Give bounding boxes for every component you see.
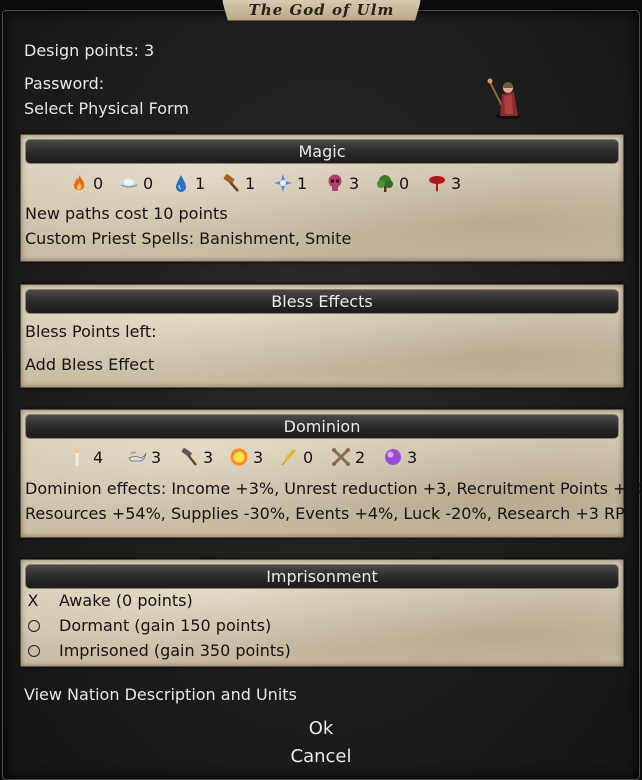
option-dormant[interactable]: Dormant (gain 150 points) [59,616,271,635]
magic-path-earth[interactable]: 1 [221,172,255,194]
option-imprisoned[interactable]: Imprisoned (gain 350 points) [59,641,291,660]
magic-path-value: 0 [93,173,104,193]
imprisonment-header: Imprisonment [25,564,619,589]
dormant-radio[interactable] [28,620,40,632]
add-bless-effect-button[interactable]: Add Bless Effect [25,355,154,374]
magic-path-death[interactable]: 3 [325,172,359,194]
dominion-header: Dominion [25,414,619,439]
sloth-lamp-icon [127,447,147,467]
design-points-label: Design points: 3 [24,41,155,60]
view-nation-button[interactable]: View Nation Description and Units [24,685,297,704]
growth-wheat-icon [279,447,299,467]
magic-path-fire[interactable]: 0 [69,172,103,194]
scale-growth[interactable]: 0 [279,446,313,468]
option-awake[interactable]: Awake (0 points) [59,591,193,610]
fire-icon [69,173,89,193]
magic-path-blood[interactable]: 3 [427,172,461,194]
imprisonment-panel: Imprisonment X Awake (0 points) Dormant … [20,559,624,667]
cancel-button[interactable]: Cancel [0,746,642,767]
magic-path-value: 1 [297,173,308,193]
blood-icon [427,173,447,193]
magic-path-value: 0 [143,173,154,193]
astral-icon [273,173,293,193]
scale-value: 4 [93,447,104,467]
dialog-title: The God of Ulm [248,1,395,19]
scale-value: 0 [303,447,314,467]
magic-path-astral[interactable]: 1 [273,172,307,194]
scale-order[interactable]: 4 [67,446,103,468]
magic-path-water[interactable]: 1 [171,172,205,194]
nature-icon [375,173,395,193]
earth-icon [221,173,241,193]
scale-misfortune[interactable]: 2 [331,446,365,468]
bless-header: Bless Effects [25,289,619,314]
magic-path-value: 3 [349,173,360,193]
heat-sun-icon [229,447,249,467]
scale-heat[interactable]: 3 [229,446,263,468]
magic-path-value: 0 [399,173,410,193]
magic-path-value: 1 [195,173,206,193]
dialog-title-tab: The God of Ulm [222,0,421,21]
select-physical-form-button[interactable]: Select Physical Form [24,99,189,118]
scale-value: 3 [253,447,264,467]
magic-header: Magic [25,139,619,164]
dominion-effects-line2: Resources +54%, Supplies -30%, Events +4… [25,504,625,523]
imprisoned-radio[interactable] [28,645,40,657]
magic-path-value: 3 [451,173,462,193]
custom-priest-spells[interactable]: Custom Priest Spells: Banishment, Smite [25,229,351,248]
awake-selected-mark[interactable]: X [25,591,41,610]
pretender-portrait[interactable] [486,76,526,120]
magic-panel: Magic 0 0 1 1 1 3 0 3 New paths cost 10 … [20,134,624,262]
scale-value: 3 [407,447,418,467]
dominion-effects-line1: Dominion effects: Income +3%, Unrest red… [25,479,642,498]
magic-path-nature[interactable]: 0 [375,172,409,194]
water-icon [171,173,191,193]
bless-panel: Bless Effects Bless Points left: Add Ble… [20,284,624,388]
scale-value: 3 [203,447,214,467]
password-field[interactable]: Password: [24,74,104,93]
productivity-hammer-icon [179,447,199,467]
bless-points-left: Bless Points left: [25,322,157,341]
air-icon [119,173,139,193]
dominion-panel: Dominion 4 3 3 3 0 2 3 Dominion effects:… [20,409,642,538]
misfortune-bones-icon [331,447,351,467]
magic-path-air[interactable]: 0 [119,172,153,194]
scale-value: 2 [355,447,366,467]
scale-productivity[interactable]: 3 [179,446,213,468]
new-paths-cost[interactable]: New paths cost 10 points [25,204,228,223]
order-candle-icon [67,447,87,467]
magic-path-value: 1 [245,173,256,193]
scale-sloth[interactable]: 3 [127,446,161,468]
scale-magic[interactable]: 3 [383,446,417,468]
scale-value: 3 [151,447,162,467]
magic-orb-icon [383,447,403,467]
death-icon [325,173,345,193]
ok-button[interactable]: Ok [0,718,642,739]
